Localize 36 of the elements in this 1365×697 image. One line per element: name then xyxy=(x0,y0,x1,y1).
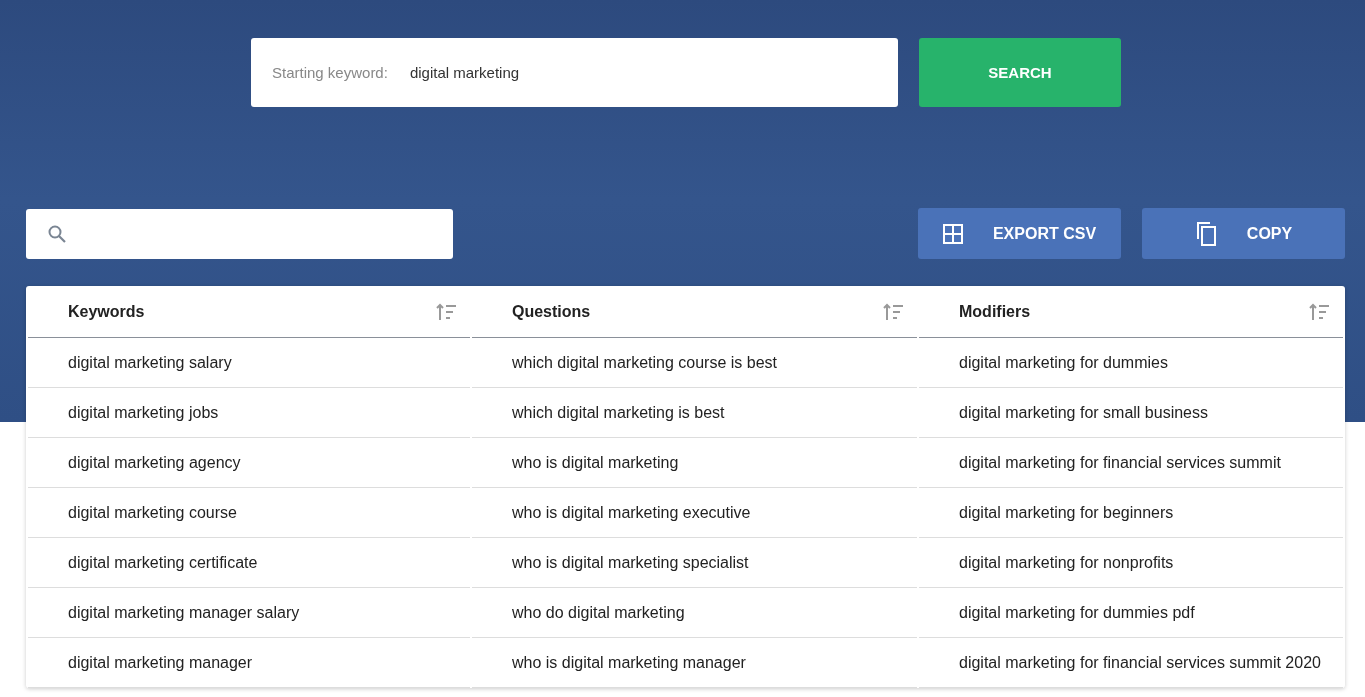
search-button[interactable]: SEARCH xyxy=(919,38,1121,107)
sort-icon[interactable] xyxy=(883,302,905,321)
search-icon xyxy=(48,224,66,243)
table-cell: digital marketing manager salary xyxy=(28,588,470,638)
filter-field[interactable] xyxy=(26,208,453,259)
sort-icon[interactable] xyxy=(1309,302,1331,321)
copy-button[interactable]: COPY xyxy=(1142,208,1345,259)
table-cell: who is digital marketing xyxy=(472,438,917,488)
table-cell: which digital marketing is best xyxy=(472,388,917,438)
column-title: Modifiers xyxy=(959,302,1031,321)
table-cell: digital marketing salary xyxy=(28,338,470,388)
table-cell: who is digital marketing specialist xyxy=(472,538,917,588)
table-cell: digital marketing agency xyxy=(28,438,470,488)
table-cell: digital marketing course xyxy=(28,488,470,538)
table-cell: who do digital marketing xyxy=(472,588,917,638)
table-cell: digital marketing manager xyxy=(28,638,470,688)
table-cell: digital marketing for financial services summit 2020 xyxy=(919,638,1343,688)
table-cell: digital marketing for beginners xyxy=(919,488,1343,538)
table-cell: digital marketing certificate xyxy=(28,538,470,588)
export-button[interactable]: EXPORT CSV xyxy=(918,208,1121,259)
column-title: Keywords xyxy=(68,302,145,321)
copy-icon xyxy=(1194,221,1217,246)
grid-icon xyxy=(942,223,963,244)
table-cell: digital marketing for nonprofits xyxy=(919,538,1343,588)
table-cell: which digital marketing course is best xyxy=(472,338,917,388)
table-cell: digital marketing for dummies pdf xyxy=(919,588,1343,638)
sort-icon[interactable] xyxy=(436,302,458,321)
keyword-label: Starting keyword: xyxy=(272,64,388,81)
table-cell: digital marketing for financial services summit xyxy=(919,438,1343,488)
table-cell: digital marketing for dummies xyxy=(919,338,1343,388)
column-title: Questions xyxy=(512,302,591,321)
table-cell: who is digital marketing executive xyxy=(472,488,917,538)
keyword-input[interactable]: digital marketing xyxy=(407,63,898,82)
table-cell: who is digital marketing manager xyxy=(472,638,917,688)
table-cell: digital marketing for small business xyxy=(919,388,1343,438)
table-cell: digital marketing jobs xyxy=(28,388,470,438)
